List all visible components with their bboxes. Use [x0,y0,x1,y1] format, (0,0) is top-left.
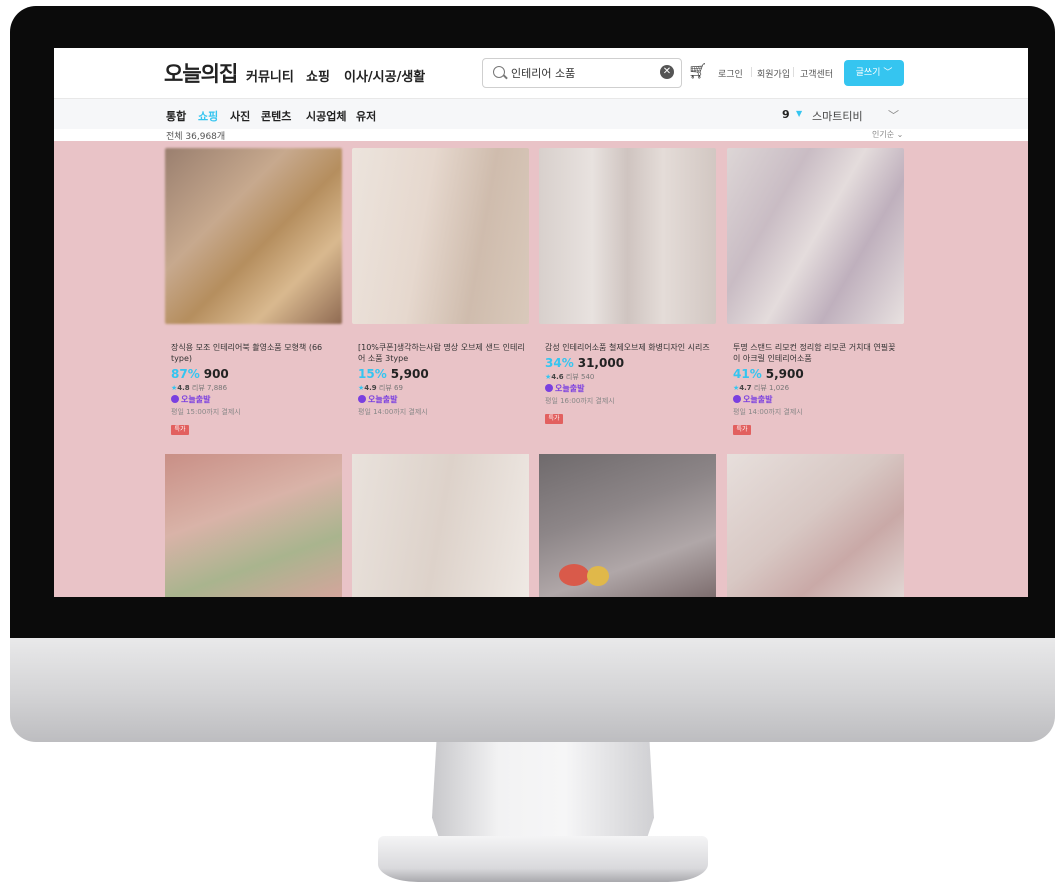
shipping-note: 평일 14:00까지 결제시 [358,408,428,416]
support-link[interactable]: 고객센터 [800,67,833,80]
discount-rate: 87% [171,367,200,381]
chevron-down-icon: ﹀ [883,68,893,78]
rating-row: ★4.9 리뷰 69 [358,383,403,393]
nav-community[interactable]: 커뮤니티 [246,66,294,85]
product-image[interactable] [539,148,716,324]
price-value: 900 [203,367,229,381]
delivery-badge: 오늘출발 [545,383,584,394]
delivery-label: 오늘출발 [743,395,773,404]
monitor-stand-neck [432,742,654,850]
review-count: 리뷰 540 [565,373,595,381]
tab-contents[interactable]: 콘텐츠 [261,108,291,124]
rating-value: 4.6 [551,373,564,381]
search-value: 인테리어 소품 [511,67,576,80]
divider [793,67,794,77]
top-header: 오늘의집 커뮤니티 쇼핑 이사/시공/생활 인테리어 소품 ✕ 🛒︎ 로그인 회… [54,48,1028,99]
filter-count: 9 [782,108,790,121]
tab-shopping[interactable]: 쇼핑 [198,108,218,124]
product-image[interactable] [727,454,904,597]
sale-tag: 특가 [733,425,751,435]
delivery-icon [545,384,553,392]
rating-row: ★4.7 리뷰 1,026 [733,383,789,393]
tab-contractors[interactable]: 시공업체 [306,108,346,124]
category-select[interactable]: 스마트티비 [812,108,863,124]
discount-rate: 34% [545,356,574,370]
price-value: 5,900 [765,367,804,381]
product-card[interactable]: 장식용 모조 인테리어북 촬영소품 모형책 (66 type) 87% 900 ★… [165,148,342,435]
delivery-label: 오늘출발 [181,395,211,404]
sort-select[interactable]: 인기순 ⌄ [872,129,903,140]
product-price: 41% 5,900 [733,367,804,381]
discount-rate: 41% [733,367,762,381]
cart-icon[interactable]: 🛒︎ [688,62,707,80]
clear-icon[interactable]: ✕ [660,65,674,79]
product-image[interactable] [539,454,716,597]
product-price: 87% 900 [171,367,229,381]
rating-value: 4.7 [739,384,752,392]
product-price: 15% 5,900 [358,367,429,381]
delivery-icon [171,395,179,403]
image-detail [559,564,589,586]
delivery-label: 오늘출발 [368,395,398,404]
sale-tag: 특가 [545,414,563,424]
delivery-icon [733,395,741,403]
product-image[interactable] [352,148,529,324]
price-value: 5,900 [390,367,429,381]
chevron-down-icon[interactable]: ﹀ [888,107,899,123]
search-tabs-bar: 통합 쇼핑 사진 콘텐츠 시공업체 유저 9 ▼ 스마트티비 ﹀ [54,99,1028,129]
product-card[interactable]: 투명 스탠드 리모컨 정리함 리모콘 거치대 연필꽂이 아크릴 인테리어소품 4… [727,148,904,435]
delivery-icon [358,395,366,403]
product-card[interactable]: 감성 인테리어소품 철제오브제 화병디자인 시리즈 34% 31,000 ★4.6… [539,148,716,424]
sale-tag: 특가 [171,425,189,435]
logo[interactable]: 오늘의집 [164,58,238,88]
nav-shopping[interactable]: 쇼핑 [306,66,330,85]
login-link[interactable]: 로그인 [718,67,743,80]
price-value: 31,000 [577,356,625,370]
tab-integrated[interactable]: 통합 [166,108,186,124]
review-count: 리뷰 1,026 [753,384,790,392]
rating-row: ★4.8 리뷰 7,886 [171,383,227,393]
tab-photos[interactable]: 사진 [230,108,250,124]
delivery-badge: 오늘출발 [358,394,397,405]
product-image[interactable] [352,454,529,597]
product-image[interactable] [165,454,342,597]
discount-rate: 15% [358,367,387,381]
caret-down-icon: ▼ [796,109,803,118]
product-price: 34% 31,000 [545,356,624,370]
delivery-label: 오늘출발 [555,384,585,393]
product-title[interactable]: 장식용 모조 인테리어북 촬영소품 모형책 (66 type) [171,342,339,364]
shipping-note: 평일 15:00까지 결제시 [171,408,241,416]
shipping-note: 평일 14:00까지 결제시 [733,408,803,416]
product-title[interactable]: 투명 스탠드 리모컨 정리함 리모콘 거치대 연필꽂이 아크릴 인테리어소품 [733,342,901,364]
image-detail [587,566,609,586]
nav-moving[interactable]: 이사/시공/생활 [344,66,425,85]
delivery-badge: 오늘출발 [171,394,210,405]
sort-label: 인기순 [872,130,895,139]
product-card[interactable]: [10%쿠폰]생각하는사람 명상 오브제 샌드 인테리어 소품 3type 15… [352,148,529,416]
product-title[interactable]: 감성 인테리어소품 철제오브제 화병디자인 시리즈 [545,342,713,353]
screen: 오늘의집 커뮤니티 쇼핑 이사/시공/생활 인테리어 소품 ✕ 🛒︎ 로그인 회… [54,48,1028,597]
product-title[interactable]: [10%쿠폰]생각하는사람 명상 오브제 샌드 인테리어 소품 3type [358,342,526,364]
shipping-note: 평일 16:00까지 결제시 [545,397,615,405]
tab-users[interactable]: 유저 [356,108,376,124]
divider [751,67,752,77]
monitor-stand-base [378,836,708,882]
search-input[interactable]: 인테리어 소품 ✕ [482,58,682,88]
monitor-chin [10,638,1055,742]
rating-value: 4.9 [364,384,377,392]
signup-link[interactable]: 회원가입 [757,67,790,80]
search-icon [493,66,505,78]
rating-row: ★4.6 리뷰 540 [545,372,594,382]
review-count: 리뷰 7,886 [191,384,228,392]
product-image[interactable] [727,148,904,324]
product-image[interactable] [165,148,342,324]
delivery-badge: 오늘출발 [733,394,772,405]
write-button[interactable]: 글쓰기 ﹀ [844,60,904,86]
review-count: 리뷰 69 [378,384,403,392]
write-button-label: 글쓰기 [855,68,881,78]
rating-value: 4.8 [177,384,190,392]
